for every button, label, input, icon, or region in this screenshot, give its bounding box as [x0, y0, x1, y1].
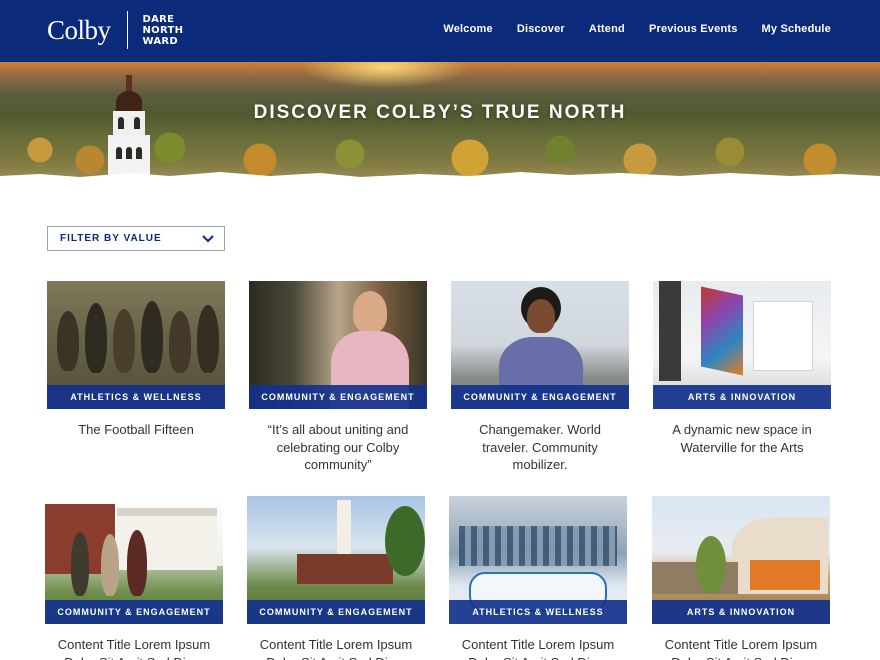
brand-tagline: DARE NORTH WARD — [142, 13, 184, 47]
colby-logo[interactable]: Colby DARE NORTH WARD — [47, 10, 183, 50]
nav-attend[interactable]: Attend — [589, 23, 625, 35]
content-card[interactable]: ARTS & INNOVATION Content Title Lorem Ip… — [652, 496, 830, 660]
card-image-arts-building: ARTS & INNOVATION — [652, 496, 830, 624]
category-tag: COMMUNITY & ENGAGEMENT — [451, 385, 629, 409]
card-image-arts-interior: ARTS & INNOVATION — [653, 281, 831, 409]
card-title[interactable]: Content Title Lorem Ipsum Dolor Sit Amit… — [45, 636, 223, 660]
content-card[interactable]: ARTS & INNOVATION A dynamic new space in… — [653, 281, 831, 456]
site-header: Colby DARE NORTH WARD Welcome Discover A… — [0, 0, 880, 62]
content-card[interactable]: COMMUNITY & ENGAGEMENT Content Title Lor… — [247, 496, 425, 660]
card-image-football-team: ATHLETICS & WELLNESS — [47, 281, 225, 409]
nav-welcome[interactable]: Welcome — [443, 23, 493, 35]
card-image-portrait-man: COMMUNITY & ENGAGEMENT — [249, 281, 427, 409]
hero-banner: DISCOVER COLBY’S TRUE NORTH — [0, 55, 880, 180]
category-tag: COMMUNITY & ENGAGEMENT — [247, 600, 425, 624]
card-title[interactable]: Changemaker. World traveler. Community m… — [451, 421, 629, 474]
card-image-ice-arena: ATHLETICS & WELLNESS — [449, 496, 627, 624]
card-title[interactable]: Content Title Lorem Ipsum Dolor Sit Amit… — [449, 636, 627, 660]
content-card[interactable]: COMMUNITY & ENGAGEMENT Content Title Lor… — [45, 496, 223, 660]
card-title[interactable]: “It’s all about uniting and celebrating … — [249, 421, 427, 474]
card-title[interactable]: Content Title Lorem Ipsum Dolor Sit Amit… — [247, 636, 425, 660]
tagline-line: NORTH — [142, 24, 184, 36]
chevron-down-icon — [202, 235, 214, 242]
card-title[interactable]: A dynamic new space in Waterville for th… — [653, 421, 831, 456]
tagline-line: DARE — [142, 13, 175, 25]
filter-by-value-dropdown[interactable]: FILTER BY VALUE — [47, 226, 225, 251]
hero-torn-edge — [0, 172, 880, 180]
hero-title: DISCOVER COLBY’S TRUE NORTH — [253, 102, 627, 123]
brand-wordmark: Colby — [47, 14, 111, 45]
nav-my-schedule[interactable]: My Schedule — [762, 23, 831, 35]
card-title[interactable]: Content Title Lorem Ipsum Dolor Sit Amit… — [652, 636, 830, 660]
category-tag: COMMUNITY & ENGAGEMENT — [249, 385, 427, 409]
category-tag: ATHLETICS & WELLNESS — [449, 600, 627, 624]
category-tag: ATHLETICS & WELLNESS — [47, 385, 225, 409]
card-image-campus-walk: COMMUNITY & ENGAGEMENT — [45, 496, 223, 624]
content-card[interactable]: ATHLETICS & WELLNESS Content Title Lorem… — [449, 496, 627, 660]
clock-tower-image — [106, 75, 152, 180]
category-tag: ARTS & INNOVATION — [652, 600, 830, 624]
nav-previous-events[interactable]: Previous Events — [649, 23, 738, 35]
card-title[interactable]: The Football Fifteen — [47, 421, 225, 439]
main-nav: Welcome Discover Attend Previous Events … — [419, 23, 831, 35]
card-image-campus-tower: COMMUNITY & ENGAGEMENT — [247, 496, 425, 624]
category-tag: COMMUNITY & ENGAGEMENT — [45, 600, 223, 624]
tagline-line: WARD — [142, 35, 179, 47]
nav-discover[interactable]: Discover — [517, 23, 565, 35]
filter-label: FILTER BY VALUE — [60, 233, 162, 244]
card-image-portrait-woman: COMMUNITY & ENGAGEMENT — [451, 281, 629, 409]
content-card[interactable]: COMMUNITY & ENGAGEMENT “It’s all about u… — [249, 281, 427, 474]
content-card[interactable]: COMMUNITY & ENGAGEMENT Changemaker. Worl… — [451, 281, 629, 474]
content-card[interactable]: ATHLETICS & WELLNESS The Football Fiftee… — [47, 281, 225, 439]
logo-divider — [126, 11, 128, 49]
category-tag: ARTS & INNOVATION — [653, 385, 831, 409]
